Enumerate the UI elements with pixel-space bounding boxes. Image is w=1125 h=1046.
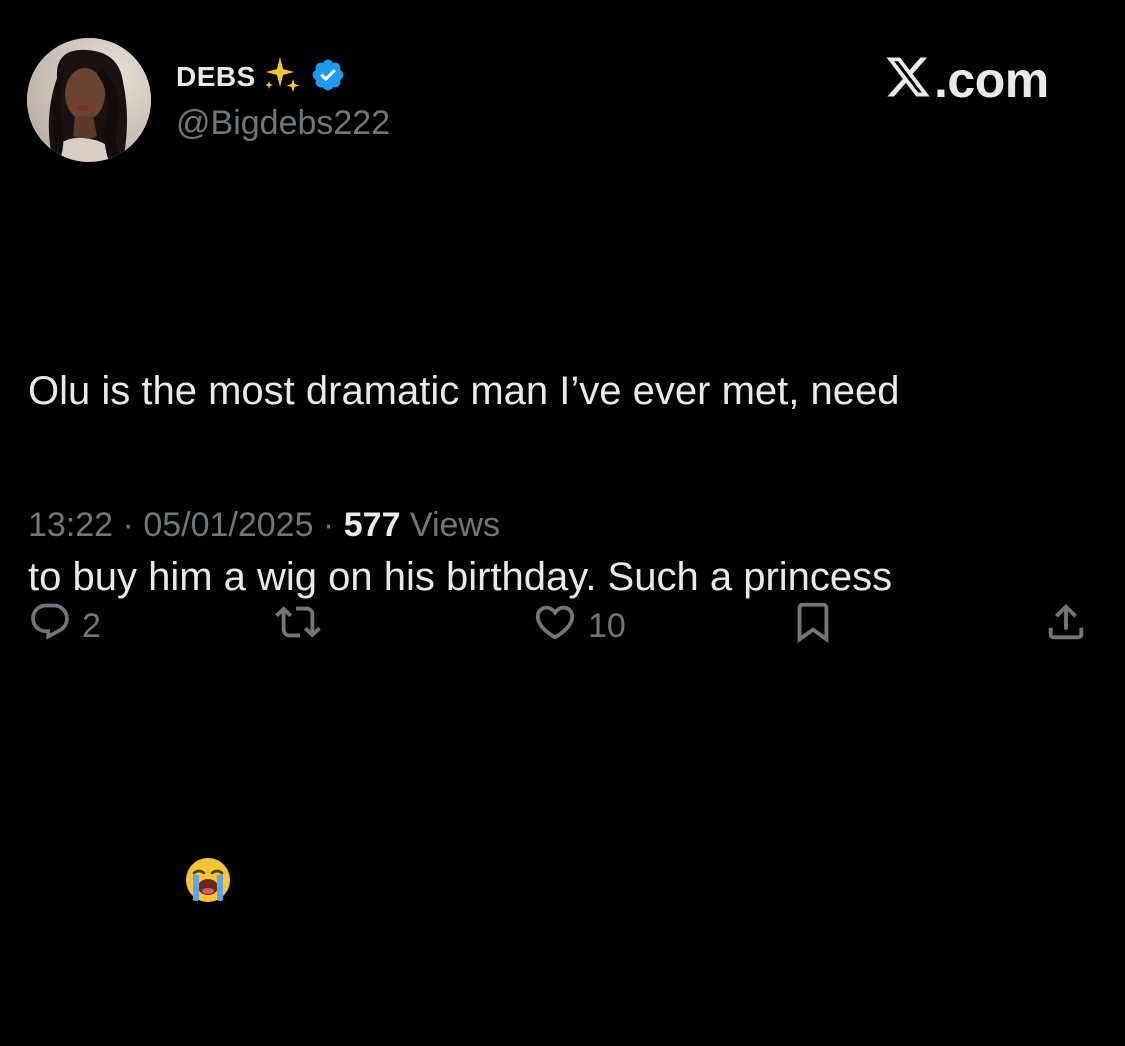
meta-separator: ·	[313, 506, 344, 544]
sparkles-icon	[260, 53, 304, 102]
loudly-crying-face-emoji	[95, 794, 232, 984]
verified-badge-icon	[310, 57, 346, 98]
reply-count: 2	[82, 606, 101, 645]
heart-icon	[532, 599, 578, 654]
repost-icon	[275, 599, 321, 654]
tweet-date[interactable]: 05/01/2025	[143, 506, 313, 544]
tweet-card: DEBS @Bigdebs222 .com Olu is the most dr	[0, 0, 1125, 902]
views-label: Views	[400, 506, 500, 544]
tweet-body: Olu is the most dramatic man I’ve ever m…	[28, 236, 1093, 918]
repost-button[interactable]	[275, 596, 321, 656]
avatar-photo-icon	[27, 38, 151, 162]
display-name[interactable]: DEBS	[176, 61, 256, 93]
share-button[interactable]	[1043, 596, 1089, 656]
tweet-meta: 13:22 · 05/01/2025 · 577 Views	[28, 506, 500, 545]
tweet-emoji-line	[28, 732, 1093, 902]
share-icon	[1043, 599, 1089, 654]
reply-button[interactable]: 2	[28, 596, 101, 656]
reply-icon	[28, 600, 72, 653]
x-logo-icon	[884, 55, 932, 106]
site-domain-text: .com	[934, 52, 1049, 108]
action-bar: 2 10	[0, 596, 1125, 656]
views-count: 577	[343, 506, 401, 544]
tweet-time[interactable]: 13:22	[28, 506, 113, 544]
like-button[interactable]: 10	[532, 596, 626, 656]
tweet-text-line: Olu is the most dramatic man I’ve ever m…	[28, 369, 900, 413]
like-count: 10	[588, 606, 626, 645]
author-name-row[interactable]: DEBS	[176, 55, 346, 99]
author-handle[interactable]: @Bigdebs222	[176, 104, 390, 143]
bookmark-button[interactable]	[790, 596, 836, 656]
meta-separator: ·	[113, 506, 144, 544]
site-logo: .com	[884, 50, 1049, 110]
avatar[interactable]	[27, 38, 151, 162]
bookmark-icon	[790, 599, 836, 654]
